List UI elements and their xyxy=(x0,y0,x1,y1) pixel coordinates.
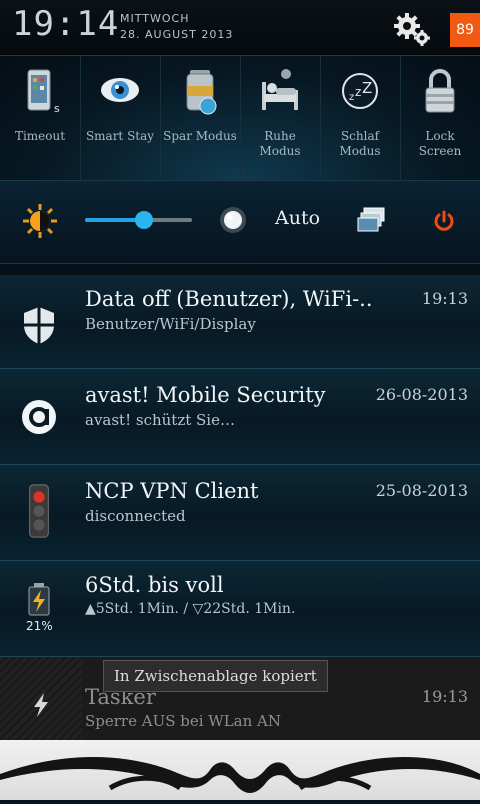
toggle-smart-stay[interactable]: Smart Stay xyxy=(80,56,161,180)
notification-time: 26-08-2013 xyxy=(375,385,468,404)
brightness-slider[interactable] xyxy=(85,211,192,229)
toggle-spar-modus[interactable]: Spar Modus xyxy=(160,56,241,180)
bed-icon xyxy=(262,69,298,110)
lightning-icon xyxy=(34,693,48,717)
notification-subtitle: Benutzer/WiFi/Display xyxy=(85,315,256,333)
bottom-tribal-banner xyxy=(0,740,480,800)
notification-title: Data off (Benutzer), WiFi-.. xyxy=(85,287,373,311)
notification-subtitle: avast! schützt Sie… xyxy=(85,411,235,429)
notification-title: avast! Mobile Security xyxy=(85,383,326,407)
notification-item[interactable]: 21% 6Std. bis voll ▲5Std. 1Min. / ▽22Std… xyxy=(0,561,480,657)
toggle-label: Ruhe Modus xyxy=(259,129,301,158)
tribal-ornament xyxy=(0,756,480,793)
quick-settings-toggles: s Timeout Smart Stay Spar Modus Ruhe Mod… xyxy=(0,56,480,181)
notification-subtitle: Sperre AUS bei WLan AN xyxy=(85,712,282,730)
toggle-timeout[interactable]: s Timeout xyxy=(0,56,81,180)
notification-subtitle: disconnected xyxy=(85,507,186,525)
notification-title: NCP VPN Client xyxy=(85,479,259,503)
shield-icon xyxy=(24,307,54,344)
notification-time: 19:13 xyxy=(421,289,468,308)
toggle-label: Timeout xyxy=(14,129,66,143)
auto-brightness-label[interactable]: Auto xyxy=(275,207,320,229)
notification-title: 6Std. bis voll xyxy=(85,573,224,597)
date-label: 28. AUGUST 2013 xyxy=(120,28,234,41)
toast-message: In Zwischenablage kopiert xyxy=(103,660,328,692)
brightness-sun-icon xyxy=(23,204,57,238)
toggle-schlaf-modus[interactable]: z z Z Schlaf Modus xyxy=(320,56,401,180)
battery-charging-icon xyxy=(28,583,50,616)
battery-percent-label: 21% xyxy=(26,619,53,633)
svg-text:z: z xyxy=(355,85,361,99)
padlock-icon xyxy=(425,69,455,113)
toggle-label: Schlaf Modus xyxy=(339,129,381,158)
notification-time: 19:13 xyxy=(421,687,468,706)
avast-icon xyxy=(22,400,56,434)
clock-time: 19:14 xyxy=(12,4,120,44)
battery-saver-icon xyxy=(186,70,217,115)
phone-timeout-icon: s xyxy=(27,69,60,115)
gear-icon[interactable] xyxy=(392,8,432,48)
battery-badge: 89 xyxy=(450,13,480,47)
notification-time: 25-08-2013 xyxy=(375,481,468,500)
brightness-slider-thumb[interactable] xyxy=(134,211,153,229)
sleep-zzz-icon: z z Z xyxy=(342,73,378,109)
auto-brightness-bulb-icon[interactable] xyxy=(219,206,247,234)
notification-subtitle: ▲5Std. 1Min. / ▽22Std. 1Min. xyxy=(85,601,296,617)
header-bar: 19:14 MITTWOCH 28. AUGUST 2013 89 xyxy=(0,0,480,56)
toggle-label: Lock Screen xyxy=(418,129,462,158)
notification-item[interactable]: NCP VPN Client disconnected 25-08-2013 xyxy=(0,465,480,561)
weekday-label: MITTWOCH xyxy=(120,12,190,25)
toggle-label: Spar Modus xyxy=(163,129,237,143)
svg-text:s: s xyxy=(54,102,60,115)
brightness-row xyxy=(0,181,480,264)
toggle-lock-screen[interactable]: Lock Screen xyxy=(400,56,480,180)
eye-icon xyxy=(101,78,139,102)
svg-text:z: z xyxy=(349,92,354,103)
svg-text:Z: Z xyxy=(362,79,372,97)
screen-stack-icon[interactable] xyxy=(356,205,388,237)
toggle-label: Smart Stay xyxy=(85,129,155,143)
toggle-ruhe-modus[interactable]: Ruhe Modus xyxy=(240,56,321,180)
traffic-light-icon xyxy=(29,484,49,538)
notification-item[interactable]: avast! Mobile Security avast! schützt Si… xyxy=(0,369,480,465)
power-icon[interactable] xyxy=(432,209,456,233)
notification-item[interactable]: Data off (Benutzer), WiFi-.. Benutzer/Wi… xyxy=(0,275,480,369)
